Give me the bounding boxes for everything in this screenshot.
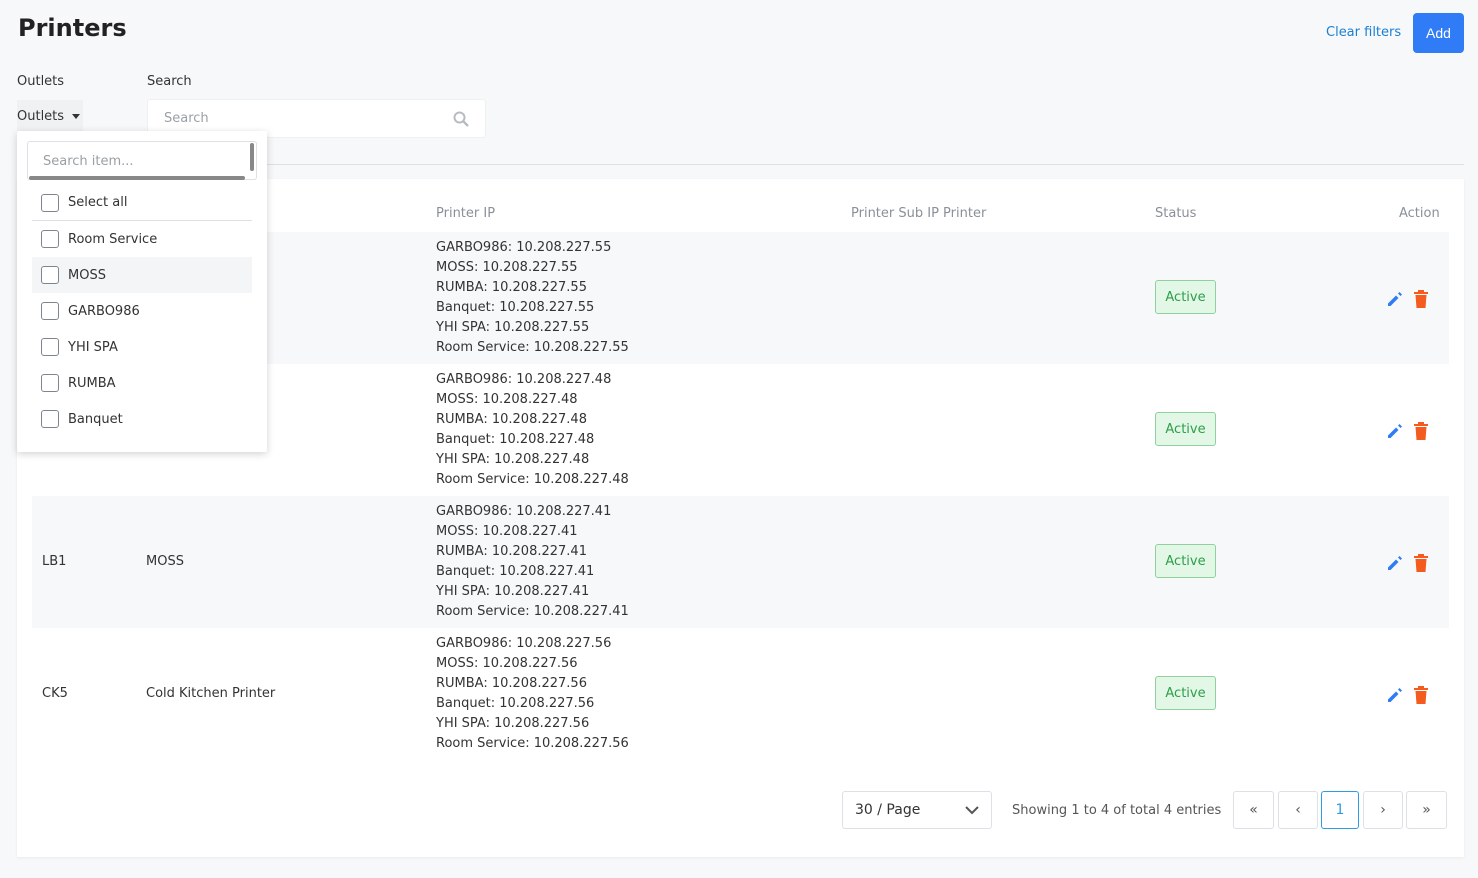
printer-name: MOSS [146,554,184,569]
last-page-button[interactable]: » [1406,791,1447,829]
printer-name: Cold Kitchen Printer [146,686,276,701]
delete-icon[interactable] [1414,422,1428,444]
chevron-left-icon: ‹ [1295,802,1301,818]
checkbox[interactable] [41,410,59,428]
first-page-button[interactable]: « [1233,791,1274,829]
printer-ip: Banquet: 10.208.227.55 [436,300,595,315]
printer-ip: Banquet: 10.208.227.41 [436,564,595,579]
printer-ip: RUMBA: 10.208.227.41 [436,544,587,559]
edit-icon[interactable] [1386,554,1404,576]
option-label: GARBO986 [68,303,140,319]
status-badge: Active [1155,412,1216,446]
checkbox[interactable] [41,338,59,356]
printer-code: CK5 [42,686,68,701]
outlets-label: Outlets [17,74,65,89]
printer-ip: YHI SPA: 10.208.227.48 [436,452,590,467]
header-action: Action [1399,206,1440,221]
printer-ip: GARBO986: 10.208.227.41 [436,504,612,519]
option-label: MOSS [68,267,106,283]
printer-ip-list: GARBO986: 10.208.227.48 MOSS: 10.208.227.… [436,370,629,490]
outlet-option[interactable]: RUMBA [32,365,252,401]
printer-ip-list: GARBO986: 10.208.227.55 MOSS: 10.208.227.… [436,238,629,358]
printer-ip: MOSS: 10.208.227.56 [436,656,578,671]
option-label: Select all [68,195,128,210]
delete-icon[interactable] [1414,554,1428,576]
printer-ip: YHI SPA: 10.208.227.56 [436,716,590,731]
checkbox[interactable] [41,230,59,248]
delete-icon[interactable] [1414,290,1428,312]
select-all-option[interactable]: Select all [32,185,252,221]
page-title: Printers [18,14,127,42]
printer-ip: GARBO986: 10.208.227.55 [436,240,612,255]
pagination-summary: Showing 1 to 4 of total 4 entries [1012,803,1222,818]
add-button[interactable]: Add [1413,13,1464,53]
checkbox[interactable] [41,193,59,212]
outlet-option[interactable]: GARBO986 [32,293,252,329]
table-row: CK5 Cold Kitchen Printer GARBO986: 10.20… [32,628,1449,760]
printer-ip: Banquet: 10.208.227.56 [436,696,595,711]
printer-ip: RUMBA: 10.208.227.48 [436,412,587,427]
checkbox[interactable] [41,374,59,392]
header-sub-ip: Printer Sub IP Printer [851,206,987,221]
printer-ip: GARBO986: 10.208.227.48 [436,372,612,387]
printer-ip: YHI SPA: 10.208.227.41 [436,584,590,599]
outlet-option[interactable]: MOSS [32,257,252,293]
printer-ip: Room Service: 10.208.227.56 [436,736,629,751]
outlet-option[interactable]: Banquet [32,401,252,437]
chevron-right-icon: › [1380,802,1386,818]
printer-ip-list: GARBO986: 10.208.227.56 MOSS: 10.208.227.… [436,634,629,754]
next-page-button[interactable]: › [1363,791,1403,829]
printer-ip-list: GARBO986: 10.208.227.41 MOSS: 10.208.227.… [436,502,629,622]
printer-ip: MOSS: 10.208.227.41 [436,524,578,539]
header-printer-ip: Printer IP [436,206,496,221]
prev-page-button[interactable]: ‹ [1278,791,1318,829]
printer-ip: Banquet: 10.208.227.48 [436,432,595,447]
page-1-button[interactable]: 1 [1321,791,1359,829]
option-label: Room Service [68,231,158,247]
printer-ip: Room Service: 10.208.227.55 [436,340,629,355]
header-status: Status [1155,206,1197,221]
printer-ip: Room Service: 10.208.227.48 [436,472,629,487]
search-icon [453,111,469,127]
double-chevron-right-icon: » [1422,802,1431,818]
caret-down-icon [72,113,81,119]
printer-code: LB1 [42,554,67,569]
table-row: LB1 MOSS GARBO986: 10.208.227.41 MOSS: 10… [32,496,1449,628]
dropdown-search-input[interactable]: Search item... [27,141,257,180]
option-label: YHI SPA [68,339,118,355]
double-chevron-left-icon: « [1249,802,1258,818]
edit-icon[interactable] [1386,422,1404,444]
outlets-dropdown: Search item... Select all Room Service MO… [17,131,267,452]
status-badge: Active [1155,676,1216,710]
clear-filters-link[interactable]: Clear filters [1326,25,1401,40]
outlets-select-value: Outlets [17,108,65,124]
divider [147,164,1464,165]
printer-ip: MOSS: 10.208.227.55 [436,260,578,275]
printer-ip: GARBO986: 10.208.227.56 [436,636,612,651]
outlet-option[interactable]: YHI SPA [32,329,252,365]
page-size-select[interactable]: 30 / Page [842,791,992,829]
printer-ip: YHI SPA: 10.208.227.55 [436,320,590,335]
outlets-select[interactable]: Outlets [17,100,83,132]
printer-ip: RUMBA: 10.208.227.56 [436,676,587,691]
checkbox[interactable] [41,302,59,320]
page-size-value: 30 / Page [855,802,921,818]
checkbox[interactable] [41,266,59,284]
chevron-down-icon [965,805,979,814]
edit-icon[interactable] [1386,686,1404,708]
printer-ip: MOSS: 10.208.227.48 [436,392,578,407]
edit-icon[interactable] [1386,290,1404,312]
printer-ip: RUMBA: 10.208.227.55 [436,280,587,295]
printer-ip: Room Service: 10.208.227.41 [436,604,629,619]
status-badge: Active [1155,544,1216,578]
option-label: RUMBA [68,375,116,391]
outlet-option[interactable]: Room Service [32,221,252,257]
status-badge: Active [1155,280,1216,314]
option-label: Banquet [68,411,123,427]
search-placeholder: Search [164,111,209,126]
search-label: Search [147,74,192,89]
delete-icon[interactable] [1414,686,1428,708]
